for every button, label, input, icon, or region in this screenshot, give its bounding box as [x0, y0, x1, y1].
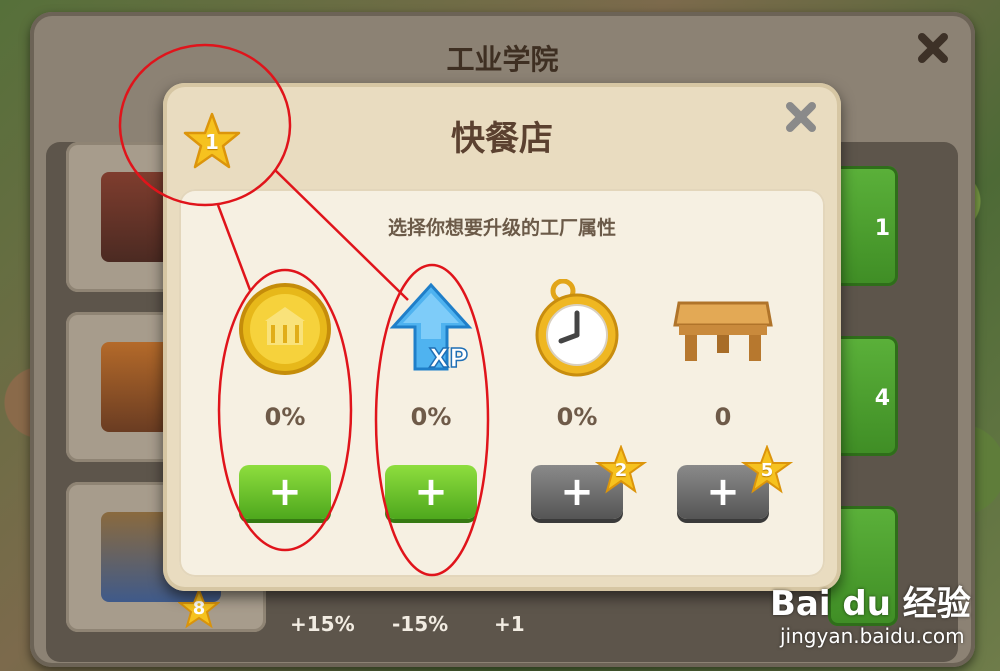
baidu-watermark: Bai du 经验 jingyan.baidu.com [770, 570, 985, 650]
upgrade-prompt: 选择你想要升级的工厂属性 [387, 217, 616, 239]
attribute-value: 0 [714, 403, 732, 431]
close-icon [918, 33, 948, 63]
window-title: 工业学院 [446, 43, 559, 76]
required-level-number: 5 [760, 460, 774, 481]
close-icon [786, 102, 816, 132]
plus-icon: + [706, 469, 740, 515]
plus-icon: + [414, 469, 448, 515]
watermark-brand: Bai du 经验 [770, 584, 971, 624]
stat-text: +15% [290, 612, 355, 636]
stat-text: -15% [392, 612, 449, 636]
upgrade-income-button[interactable]: + [239, 465, 331, 519]
outer-close-button[interactable] [913, 28, 953, 68]
svg-text:XP: XP [429, 344, 468, 374]
attribute-value: 0% [264, 403, 306, 431]
attribute-value: 0% [410, 403, 452, 431]
stopwatch-icon [527, 278, 627, 379]
upgrade-count: 4 [874, 386, 890, 411]
level-number: 8 [192, 598, 206, 619]
required-level-badge: 5 [740, 444, 794, 497]
upgrade-xp-button[interactable]: + [385, 465, 477, 519]
xp-arrow-icon: XP [381, 279, 481, 379]
upgrade-dialog: 1 快餐店 选择你想要升级的工厂属性 0% + XP 0% + 0% + 2 0… [163, 83, 841, 591]
upgrade-count: 1 [874, 216, 890, 241]
attribute-panel: 选择你想要升级的工厂属性 0% + XP 0% + 0% + 2 0 + 5 [179, 189, 825, 577]
table-icon [673, 279, 773, 379]
attribute-value: 0% [556, 403, 598, 431]
coin-icon [235, 279, 335, 379]
plus-icon: + [560, 469, 594, 515]
dialog-title: 快餐店 [451, 119, 553, 159]
plus-icon: + [268, 469, 302, 515]
level-star-badge: 8 [177, 587, 221, 630]
stat-text: +1 [494, 612, 525, 636]
watermark-url: jingyan.baidu.com [780, 624, 965, 648]
dialog-close-button[interactable] [781, 97, 821, 137]
required-level-number: 2 [614, 460, 628, 481]
required-level-badge: 2 [594, 444, 648, 497]
